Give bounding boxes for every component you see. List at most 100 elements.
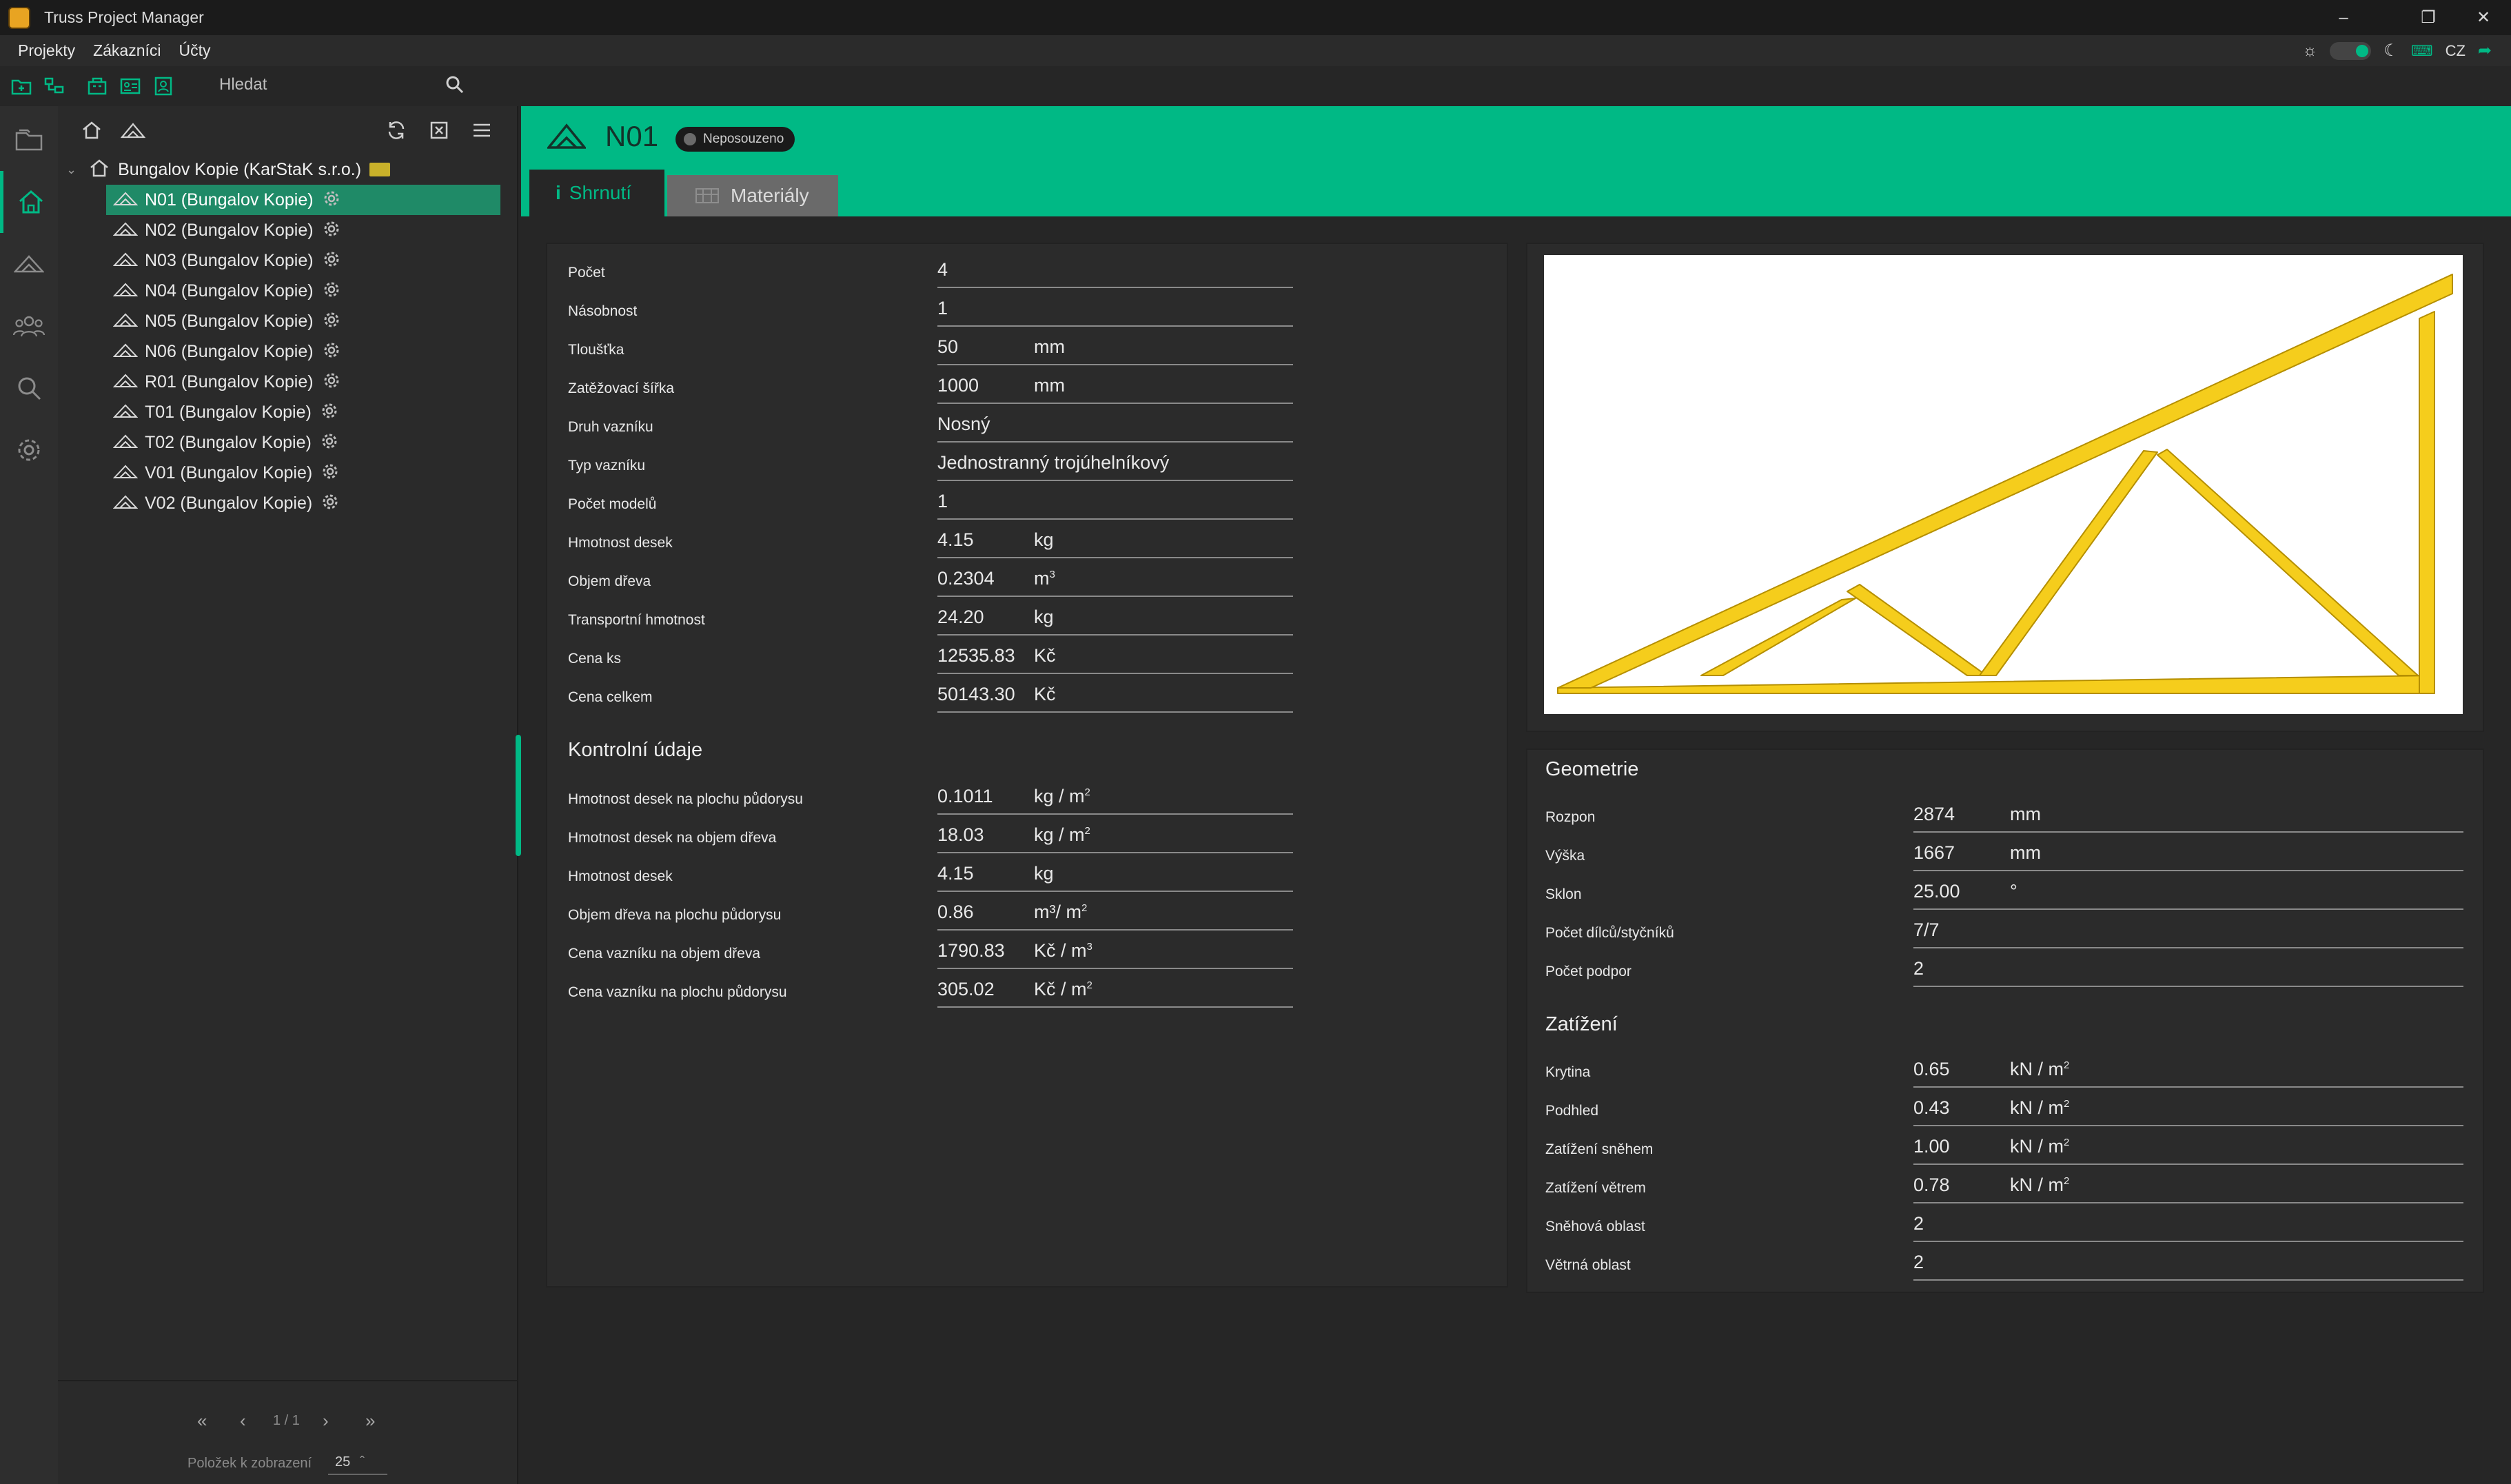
tree-item[interactable]: T02 (Bungalov Kopie) xyxy=(106,427,500,458)
row-label: Větrná oblast xyxy=(1545,1257,1631,1273)
project-tree-icon[interactable] xyxy=(43,74,66,98)
id-card-icon[interactable] xyxy=(119,74,142,98)
tree-item-label: N01 (Bungalov Kopie) xyxy=(145,190,314,210)
settings-nav-icon[interactable] xyxy=(0,419,58,481)
tree-item[interactable]: N03 (Bungalov Kopie) xyxy=(106,245,500,276)
truss-icon xyxy=(112,252,139,270)
row-value: 4.15 xyxy=(937,863,974,884)
search-nav-icon[interactable] xyxy=(0,357,58,419)
truss-drawing xyxy=(1544,255,2463,714)
projects-nav-icon[interactable] xyxy=(0,109,58,171)
row-value: 1000 xyxy=(937,375,979,396)
row-unit-text: m³/ m xyxy=(1034,902,1081,922)
gear-icon[interactable] xyxy=(323,312,340,332)
chevron-down-icon[interactable]: ⌄ xyxy=(66,163,77,177)
menu-zakaznici[interactable]: Zákazníci xyxy=(93,41,161,60)
row-value: 50 xyxy=(937,336,959,357)
row-unit: Kč / m3 xyxy=(1034,940,1092,962)
tree-item-label: N05 (Bungalov Kopie) xyxy=(145,311,314,331)
row-label: Objem dřeva xyxy=(568,573,651,589)
truss-nav-icon[interactable] xyxy=(0,233,58,295)
tree-item[interactable]: N01 (Bungalov Kopie) xyxy=(106,185,500,215)
data-row: Zatížení sněhem 1.00 kN / m2 xyxy=(1545,1128,2463,1165)
menu-icon[interactable] xyxy=(469,117,495,143)
nav-rail xyxy=(0,106,58,1484)
row-value: 305.02 xyxy=(937,979,995,999)
data-row: Cena vazníku na objem dřeva 1790.83 Kč / m… xyxy=(568,932,1293,969)
prev-page-button[interactable]: ‹ xyxy=(240,1410,246,1432)
row-value: 12535.83 xyxy=(937,645,1015,666)
home-nav-icon[interactable] xyxy=(0,171,58,233)
search-input[interactable]: Hledat xyxy=(219,71,474,99)
page-indicator: 1 / 1 xyxy=(273,1413,300,1428)
logout-icon[interactable]: ➦ xyxy=(2478,41,2492,61)
building-icon[interactable] xyxy=(85,74,109,98)
gear-icon[interactable] xyxy=(322,494,338,514)
next-page-button[interactable]: › xyxy=(323,1410,329,1432)
tree-item[interactable]: R01 (Bungalov Kopie) xyxy=(106,367,500,397)
row-underline xyxy=(937,403,1293,404)
gear-icon[interactable] xyxy=(323,342,340,362)
row-label: Cena ks xyxy=(568,651,622,667)
refresh-icon[interactable] xyxy=(383,117,409,143)
close-button[interactable]: ✕ xyxy=(2456,0,2511,35)
tab-summary[interactable]: i Shrnutí xyxy=(529,170,664,216)
row-unit-exponent: 2 xyxy=(1084,825,1090,837)
gear-icon[interactable] xyxy=(323,251,340,271)
row-underline xyxy=(1913,1163,2463,1165)
menu-projekty[interactable]: Projekty xyxy=(18,41,75,60)
gear-icon[interactable] xyxy=(323,190,340,210)
row-unit: kN / m2 xyxy=(2010,1059,2069,1080)
tree-item[interactable]: N06 (Bungalov Kopie) xyxy=(106,336,500,367)
truss-icon xyxy=(546,123,587,156)
new-project-icon[interactable] xyxy=(10,74,33,98)
tree-root-project[interactable]: ⌄ Bungalov Kopie (KarStaK s.r.o.) xyxy=(58,154,518,185)
gear-icon[interactable] xyxy=(321,433,338,453)
page-title: N01 xyxy=(605,120,659,152)
tree-item[interactable]: N04 (Bungalov Kopie) xyxy=(106,276,500,306)
row-label: Krytina xyxy=(1545,1064,1591,1080)
menu-ucty[interactable]: Účty xyxy=(179,41,211,60)
row-underline xyxy=(1913,1202,2463,1203)
row-value: 1 xyxy=(937,491,948,511)
tab-materials[interactable]: Materiály xyxy=(667,175,838,216)
row-unit-exponent: 3 xyxy=(1049,569,1055,580)
restore-button[interactable]: ❐ xyxy=(2401,0,2456,35)
row-unit-text: mm xyxy=(1034,375,1065,396)
gear-icon[interactable] xyxy=(323,372,340,392)
home-icon[interactable] xyxy=(79,117,105,143)
truss-filter-icon[interactable] xyxy=(120,117,146,143)
language-selector[interactable]: CZ xyxy=(2446,42,2466,60)
row-underline xyxy=(937,441,1293,443)
gear-icon[interactable] xyxy=(321,403,338,423)
row-underline xyxy=(937,325,1293,327)
user-card-icon[interactable] xyxy=(152,74,175,98)
tree-item[interactable]: V01 (Bungalov Kopie) xyxy=(106,458,500,488)
tree-item[interactable]: T01 (Bungalov Kopie) xyxy=(106,397,500,427)
last-page-button[interactable]: » xyxy=(365,1410,375,1432)
gear-icon[interactable] xyxy=(322,463,338,483)
row-label: Zatížení větrem xyxy=(1545,1180,1646,1196)
truss-web-2 xyxy=(1700,598,1856,676)
theme-toggle[interactable] xyxy=(2330,41,2372,60)
tree-item[interactable]: V02 (Bungalov Kopie) xyxy=(106,488,500,518)
row-unit-text: Kč xyxy=(1034,684,1056,704)
gear-icon[interactable] xyxy=(323,281,340,301)
per-page-select[interactable]: 25 ˆ xyxy=(328,1450,387,1475)
collapse-all-icon[interactable] xyxy=(426,117,452,143)
gear-icon[interactable] xyxy=(323,221,340,241)
row-unit-text: Kč / m xyxy=(1034,940,1087,961)
menu-bar: Projekty Zákazníci Účty ☼ ☾ ⌨ CZ ➦ xyxy=(0,35,2511,66)
search-icon[interactable] xyxy=(445,74,467,96)
tree-item[interactable]: N02 (Bungalov Kopie) xyxy=(106,215,500,245)
minimize-button[interactable]: – xyxy=(2316,0,2371,35)
row-value: 2 xyxy=(1913,1213,1924,1234)
tree-item[interactable]: N05 (Bungalov Kopie) xyxy=(106,306,500,336)
customers-nav-icon[interactable] xyxy=(0,295,58,357)
tree-item-label: T01 (Bungalov Kopie) xyxy=(145,402,312,422)
row-unit-text: m xyxy=(1034,568,1050,589)
panel-scrollbar[interactable] xyxy=(516,735,521,856)
first-page-button[interactable]: « xyxy=(197,1410,207,1432)
data-row: Cena celkem 50143.30 Kč xyxy=(568,675,1293,713)
row-value: 0.78 xyxy=(1913,1175,1950,1195)
